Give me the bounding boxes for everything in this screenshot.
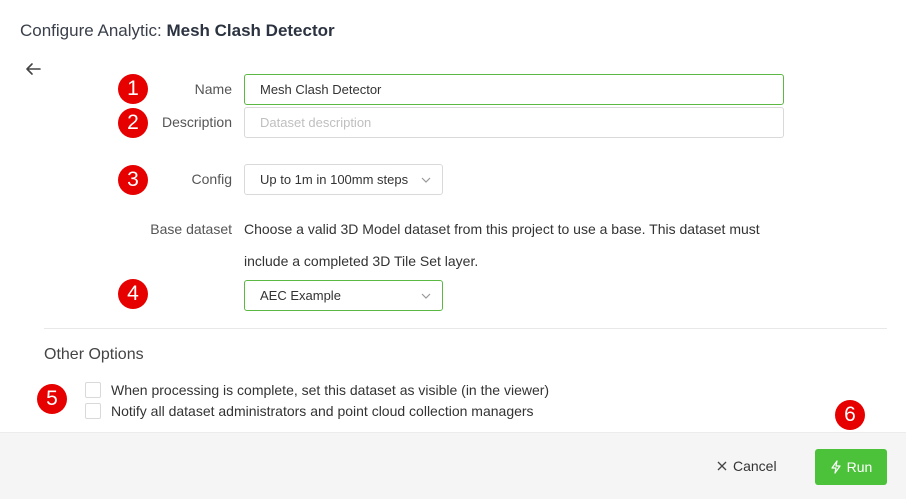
page-title: Configure Analytic: Mesh Clash Detector — [20, 21, 335, 41]
description-label: Description — [161, 114, 232, 130]
title-analytic-name: Mesh Clash Detector — [166, 21, 335, 40]
section-divider — [44, 328, 887, 329]
base-dataset-help-line2: include a completed 3D Tile Set layer. — [244, 253, 479, 269]
description-input[interactable] — [244, 107, 784, 138]
set-visible-checkbox[interactable] — [85, 382, 101, 398]
step-badge-4: 4 — [118, 279, 148, 309]
base-dataset-select[interactable]: AEC Example — [244, 280, 443, 311]
close-icon — [717, 461, 727, 471]
chevron-down-icon — [421, 293, 431, 299]
config-label: Config — [191, 171, 232, 187]
chevron-down-icon — [421, 177, 431, 183]
name-label: Name — [194, 81, 232, 97]
step-badge-5: 5 — [37, 384, 67, 414]
set-visible-option[interactable]: When processing is complete, set this da… — [85, 382, 549, 398]
config-select[interactable]: Up to 1m in 100mm steps — [244, 164, 443, 195]
set-visible-label: When processing is complete, set this da… — [111, 382, 550, 398]
run-button[interactable]: Run — [815, 449, 887, 485]
base-dataset-select-value: AEC Example — [260, 288, 341, 303]
name-input[interactable] — [244, 74, 784, 105]
cancel-button[interactable]: Cancel — [717, 458, 777, 474]
other-options-title: Other Options — [44, 346, 144, 363]
step-badge-6: 6 — [835, 400, 865, 430]
run-label: Run — [846, 459, 873, 475]
notify-admins-option[interactable]: Notify all dataset administrators and po… — [85, 403, 534, 419]
back-arrow-icon[interactable] — [23, 59, 43, 79]
title-prefix: Configure Analytic: — [20, 21, 167, 40]
base-dataset-help-line1: Choose a valid 3D Model dataset from thi… — [244, 221, 760, 237]
notify-admins-label: Notify all dataset administrators and po… — [111, 403, 534, 419]
base-dataset-label: Base dataset — [150, 221, 232, 237]
config-select-value: Up to 1m in 100mm steps — [260, 172, 409, 187]
lightning-icon — [831, 460, 841, 474]
cancel-label: Cancel — [733, 458, 777, 474]
notify-admins-checkbox[interactable] — [85, 403, 101, 419]
